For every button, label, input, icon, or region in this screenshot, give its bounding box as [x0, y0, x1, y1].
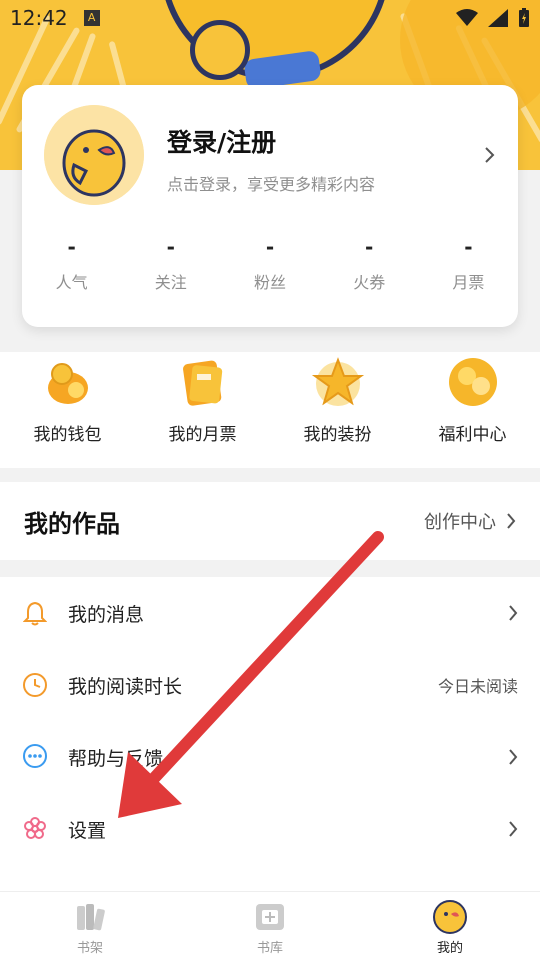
- nav-tab-bookshelf[interactable]: 书架: [0, 892, 180, 960]
- bottom-nav: 书架 书库 我的: [0, 891, 540, 960]
- chevron-right-icon: [509, 605, 518, 621]
- stat-monthly-tickets[interactable]: - 月票: [419, 235, 518, 293]
- chevron-right-icon: [509, 749, 518, 765]
- nav-tab-mine[interactable]: 我的: [360, 892, 540, 960]
- login-subtitle: 点击登录，享受更多精彩内容: [167, 175, 376, 194]
- quick-action-dressup[interactable]: 我的装扮: [270, 352, 405, 468]
- app-notification-icon: A: [83, 10, 100, 26]
- wifi-icon: [456, 9, 478, 26]
- stat-fire-tickets[interactable]: - 火券: [320, 235, 419, 293]
- stat-following[interactable]: - 关注: [121, 235, 220, 293]
- menu-item-reading-time[interactable]: 我的阅读时长 今日未阅读: [0, 655, 540, 715]
- chevron-right-icon[interactable]: [484, 145, 496, 165]
- status-bar: 12:42 A: [0, 0, 540, 36]
- profile-avatar-icon: [433, 900, 467, 934]
- quick-action-wallet[interactable]: 我的钱包: [0, 352, 135, 468]
- settings-menu: 我的消息 我的阅读时长 今日未阅读 帮助与反馈 设置: [0, 577, 540, 897]
- wallet-coins-icon: [41, 356, 94, 408]
- stat-fans[interactable]: - 粉丝: [220, 235, 319, 293]
- menu-item-settings[interactable]: 设置: [0, 799, 540, 859]
- my-works-section[interactable]: 我的作品 创作中心: [0, 482, 540, 560]
- login-register-title[interactable]: 登录/注册: [167, 123, 276, 159]
- bookshelf-icon: [77, 904, 105, 931]
- bell-icon: [23, 601, 47, 626]
- avatar[interactable]: [44, 105, 144, 205]
- chevron-right-icon: [507, 513, 516, 529]
- battery-icon: [519, 8, 529, 27]
- library-icon: [256, 904, 284, 930]
- gift-coins-icon: [448, 358, 497, 406]
- profile-stats: - 人气 - 关注 - 粉丝 - 火券 - 月票: [22, 235, 518, 293]
- quick-action-monthly-ticket[interactable]: 我的月票: [135, 352, 270, 468]
- nav-tab-library[interactable]: 书库: [180, 892, 360, 960]
- my-works-title: 我的作品: [24, 509, 120, 538]
- creation-center-link[interactable]: 创作中心: [424, 508, 516, 534]
- reading-status: 今日未阅读: [437, 677, 518, 696]
- quick-action-welfare[interactable]: 福利中心: [405, 352, 540, 468]
- monthly-ticket-icon: [182, 360, 222, 406]
- menu-item-help-feedback[interactable]: 帮助与反馈: [0, 727, 540, 787]
- profile-card[interactable]: 登录/注册 点击登录，享受更多精彩内容 - 人气 - 关注 - 粉丝 - 火券 - 月票: [22, 85, 518, 327]
- signal-icon: [488, 9, 508, 27]
- stat-popularity[interactable]: - 人气: [22, 235, 121, 293]
- chat-bubble-icon: [23, 744, 47, 768]
- star-dressup-icon: [311, 357, 364, 406]
- chevron-right-icon: [509, 821, 518, 837]
- quick-actions: 我的钱包 我的月票 我的装扮 福利中心: [0, 352, 540, 468]
- gear-flower-icon: [24, 817, 46, 839]
- duck-avatar-icon: [44, 105, 144, 205]
- status-time: 12:42: [10, 6, 68, 30]
- menu-item-messages[interactable]: 我的消息: [0, 583, 540, 643]
- clock-icon: [23, 673, 47, 697]
